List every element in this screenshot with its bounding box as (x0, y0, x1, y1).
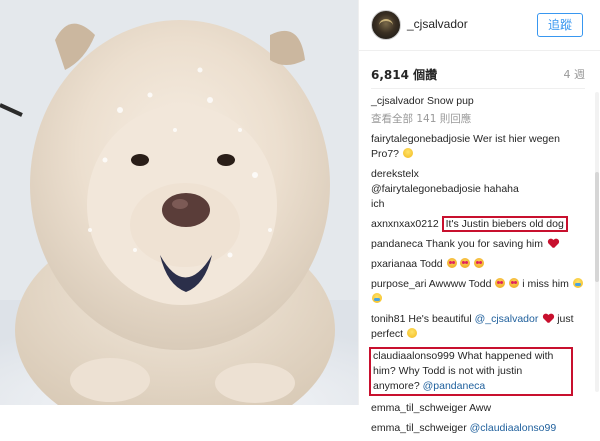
mention-link[interactable]: @pandaneca (423, 380, 486, 392)
post-stats: 6,814 個讚 4 週 (371, 66, 585, 82)
comment-username[interactable]: purpose_ari (371, 278, 426, 290)
comment-username[interactable]: derekstelx (371, 168, 419, 180)
comment-username[interactable]: axnxnxax0212 (371, 218, 439, 230)
heart-eyes-emoji-icon (474, 258, 485, 268)
comment-text-continued: him? Why Todd is not with justin (373, 365, 523, 377)
post-sidebar: _cjsalvador 追蹤 6,814 個讚 4 週 _cjsalvador … (358, 0, 600, 434)
comment-username[interactable]: _cjsalvador (371, 95, 424, 107)
crying-emoji-icon (372, 293, 382, 303)
comment-text: @fairytalegonebadjosie hahaha ich (371, 183, 519, 210)
comment-username[interactable]: claudiaalonso999 (373, 350, 455, 362)
comment-item: tonih81 He's beautiful @_cjsalvador just… (371, 312, 587, 342)
post-header: _cjsalvador 追蹤 (359, 0, 600, 51)
follow-button[interactable]: 追蹤 (537, 13, 583, 37)
avatar[interactable] (371, 10, 401, 40)
comment-text: Aww (469, 402, 492, 414)
comment-text: Awwww Todd (428, 278, 492, 290)
heart-eyes-emoji-icon (495, 278, 506, 288)
divider (371, 88, 585, 89)
smile-emoji-icon (402, 148, 413, 158)
heart-eyes-emoji-icon (460, 258, 471, 268)
mention-link[interactable]: @_cjsalvador (475, 313, 539, 325)
heart-emoji-icon (548, 239, 559, 248)
comment-item: _cjsalvador Snow pup (371, 94, 587, 109)
scrollbar-thumb[interactable] (595, 172, 599, 282)
avatar-emblem-icon (379, 19, 393, 32)
heart-eyes-emoji-icon (509, 278, 520, 288)
comment-text: Thank you for saving him (425, 238, 544, 250)
comment-text: Snow pup (427, 95, 474, 107)
comment-item: purpose_ari Awwww Todd i miss him (371, 277, 587, 307)
comment-username[interactable]: pxarianaa (371, 258, 417, 270)
comment-item: emma_til_schweiger Aww (371, 401, 587, 416)
comment-item: emma_til_schweiger @claudiaalonso99 (371, 421, 587, 436)
heart-eyes-emoji-icon (446, 258, 457, 268)
comment-item: pxarianaa Todd (371, 257, 587, 272)
comment-text: What happened with (457, 350, 554, 362)
post-photo[interactable] (0, 0, 358, 405)
comment-item: axnxnxax0212 It's Justin biebers old dog (371, 216, 587, 232)
view-count: 6,814 個讚 (371, 68, 438, 82)
highlighted-comment: claudiaalonso999 What happened with him?… (369, 347, 573, 396)
comment-text: Todd (419, 258, 443, 270)
comment-text-continued: anymore? (373, 380, 420, 392)
instagram-post: _cjsalvador 追蹤 6,814 個讚 4 週 _cjsalvador … (0, 0, 600, 434)
mention-link[interactable]: @claudiaalonso99 (470, 422, 557, 434)
comment-item: derekstelx @fairytalegonebadjosie hahaha… (371, 167, 521, 212)
comment-username[interactable]: pandaneca (371, 238, 423, 250)
comment-username[interactable]: fairytalegonebadjosie (371, 133, 470, 145)
post-username[interactable]: _cjsalvador (407, 17, 468, 31)
comment-username[interactable]: tonih81 (371, 313, 405, 325)
comment-username[interactable]: emma_til_schweiger (371, 422, 467, 434)
comments-scrollbar[interactable] (595, 92, 599, 392)
comment-text: He's beautiful (408, 313, 472, 325)
highlighted-comment-text: It's Justin biebers old dog (441, 216, 568, 232)
smile-emoji-icon (407, 328, 418, 338)
load-more-comments-link[interactable]: 查看全部 141 則回應 (371, 112, 587, 127)
comment-username[interactable]: emma_til_schweiger (371, 402, 467, 414)
post-age[interactable]: 4 週 (564, 66, 586, 82)
chow-chow-dog-image (0, 0, 358, 405)
crying-emoji-icon (572, 278, 583, 288)
comment-text-continued: i miss him (522, 278, 569, 290)
comment-item: pandaneca Thank you for saving him (371, 237, 587, 252)
comment-item: fairytalegonebadjosie Wer ist hier wegen… (371, 132, 587, 162)
comment-list: _cjsalvador Snow pup 查看全部 141 則回應 fairyt… (369, 94, 587, 441)
heart-emoji-icon (543, 314, 554, 323)
